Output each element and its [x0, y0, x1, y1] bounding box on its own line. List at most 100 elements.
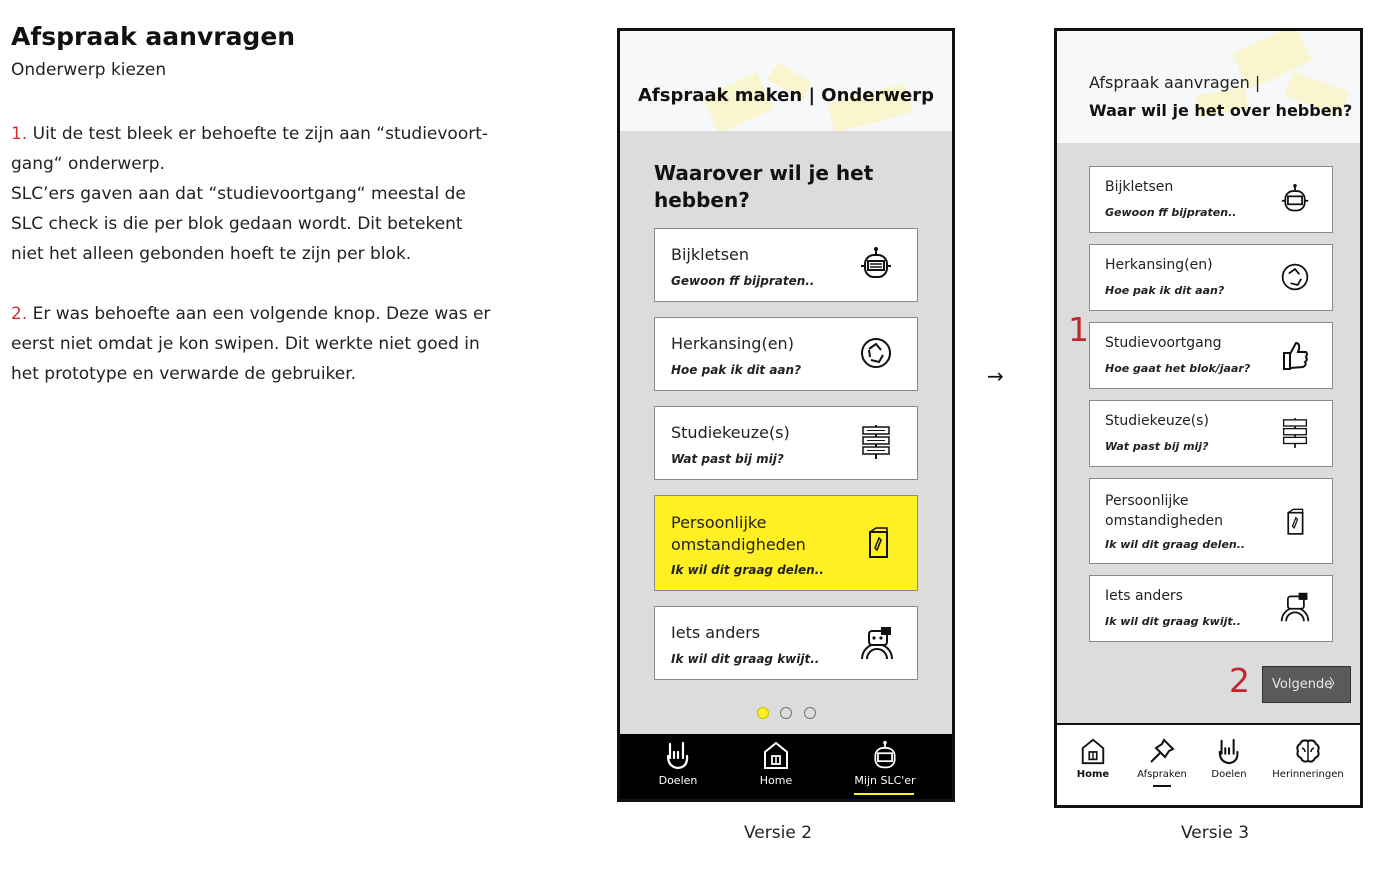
v2-question-line-1: Waarover wil je het: [654, 161, 874, 185]
page-subtitle: Onderwerp kiezen: [11, 60, 167, 80]
card-subtitle: Ik wil dit graag delen..: [1105, 538, 1246, 551]
note-1-detail: SLC’ers gaven aan dat “studievoortgang“ …: [11, 184, 466, 264]
note-2: 2. Er was behoefte aan een volgende knop…: [11, 299, 491, 389]
recycle-icon: [861, 338, 891, 368]
character-icon: [1280, 592, 1310, 622]
v3-topic-card-iets-anders[interactable]: Iets anders Ik wil dit graag kwijt..: [1089, 575, 1333, 642]
card-subtitle: Gewoon ff bijpraten..: [1105, 206, 1237, 219]
card-subtitle: Hoe pak ik dit aan?: [671, 363, 802, 377]
nav-active-underline: [854, 793, 914, 795]
card-title-line-2: omstandigheden: [671, 535, 806, 554]
v2-topic-card-iets-anders[interactable]: Iets anders Ik wil dit graag kwijt..: [654, 606, 918, 680]
v2-topic-card-herkansing[interactable]: Herkansing(en) Hoe pak ik dit aan?: [654, 317, 918, 391]
rock-hand-icon: [1218, 738, 1239, 765]
rock-hand-icon: [666, 741, 689, 770]
card-title: Iets anders: [1105, 588, 1183, 604]
note-1-number: 1.: [11, 124, 28, 144]
note-2-number: 2.: [11, 304, 28, 324]
page-dot[interactable]: [780, 707, 792, 719]
nav-label: Doelen: [658, 774, 698, 787]
pin-icon: [1150, 738, 1175, 763]
card-title: Herkansing(en): [671, 334, 794, 353]
nav-item-doelen[interactable]: Doelen: [1199, 737, 1259, 780]
card-title: Bijkletsen: [1105, 179, 1174, 195]
card-subtitle: Ik wil dit graag kwijt..: [671, 652, 820, 666]
note-2-text: Er was behoefte aan een volgende knop. D…: [11, 304, 491, 384]
v3-topic-card-herkansing[interactable]: Herkansing(en) Hoe pak ik dit aan?: [1089, 244, 1333, 311]
v3-topic-card-persoonlijk[interactable]: Persoonlijke omstandigheden Ik wil dit g…: [1089, 478, 1333, 564]
next-button-label: Volgende: [1272, 677, 1333, 692]
signpost-icon: [862, 425, 890, 459]
page-dot-active[interactable]: [757, 707, 769, 719]
nav-label: Afspraken: [1137, 769, 1187, 780]
card-subtitle: Ik wil dit graag kwijt..: [1105, 615, 1241, 628]
phone-version-2: Afspraak maken | Onderwerp Waarover wil …: [617, 28, 955, 802]
card-subtitle: Wat past bij mij?: [1105, 440, 1209, 453]
robot-icon: [1281, 184, 1309, 212]
card-title: Studiekeuze(s): [1105, 413, 1209, 429]
robot-icon: [874, 740, 896, 769]
card-subtitle: Hoe gaat het blok/jaar?: [1105, 362, 1251, 375]
v3-topic-card-bijkletsen[interactable]: Bijkletsen Gewoon ff bijpraten..: [1089, 166, 1333, 233]
nav-item-mijn-slcer[interactable]: Mijn SLC'er: [842, 740, 928, 795]
card-title: Bijkletsen: [671, 245, 750, 264]
nav-item-afspraken[interactable]: Afspraken: [1127, 737, 1197, 787]
v3-header: Afspraak aanvragen | Waar wil je het ove…: [1057, 31, 1360, 143]
brain-icon: [1296, 739, 1320, 763]
phone-version-3: Afspraak aanvragen | Waar wil je het ove…: [1054, 28, 1363, 808]
card-title: Studievoortgang: [1105, 335, 1222, 351]
nav-item-home[interactable]: Home: [738, 740, 814, 787]
v3-topic-card-studievoortgang[interactable]: Studievoortgang Hoe gaat het blok/jaar?: [1089, 322, 1333, 389]
v2-topic-card-bijkletsen[interactable]: Bijkletsen Gewoon ff bijpraten..: [654, 228, 918, 302]
v2-header-title: Afspraak maken | Onderwerp: [638, 85, 934, 106]
note-1: 1. Uit de test bleek er behoefte te zijn…: [11, 119, 491, 179]
card-subtitle: Wat past bij mij?: [671, 452, 784, 466]
card-title: Herkansing(en): [1105, 257, 1213, 273]
robot-icon: [861, 247, 891, 278]
notes-body: 1. Uit de test bleek er behoefte te zijn…: [11, 119, 491, 389]
card-title: Iets anders: [671, 623, 761, 642]
card-title: Persoonlijke omstandigheden: [1105, 491, 1223, 531]
next-button[interactable]: Volgende 〉: [1262, 666, 1351, 703]
nav-label: Doelen: [1211, 769, 1247, 780]
notebook-icon: [1287, 508, 1304, 535]
card-subtitle: Ik wil dit graag delen..: [671, 563, 824, 577]
v2-header: Afspraak maken | Onderwerp: [620, 31, 952, 131]
card-title: Persoonlijke omstandigheden: [671, 512, 806, 556]
card-title-line-1: Persoonlijke: [671, 513, 767, 532]
v3-header-line-2: Waar wil je het over hebben?: [1089, 101, 1353, 120]
v2-bottom-nav: Doelen Home Mijn SLC'er: [620, 734, 952, 799]
house-icon: [1081, 738, 1105, 765]
page-dot[interactable]: [804, 707, 816, 719]
annotation-marker-2: 2: [1229, 661, 1250, 700]
v2-question: Waarover wil je het hebben?: [654, 160, 873, 214]
house-icon: [764, 741, 788, 769]
page-title: Afspraak aanvragen: [11, 22, 296, 51]
thumbs-up-icon: [1283, 341, 1308, 370]
recycle-icon: [1281, 263, 1309, 291]
card-subtitle: Gewoon ff bijpraten..: [671, 274, 815, 288]
nav-item-home[interactable]: Home: [1063, 737, 1123, 780]
annotation-marker-1: 1: [1068, 310, 1089, 349]
nav-label: Mijn SLC'er: [854, 774, 916, 787]
card-title: Studiekeuze(s): [671, 423, 790, 442]
nav-item-herinneringen[interactable]: Herinneringen: [1265, 737, 1351, 780]
caption-version-2: Versie 2: [744, 823, 813, 843]
v2-question-line-2: hebben?: [654, 188, 750, 212]
v3-bottom-nav: Home Afspraken Doelen Herinneringen: [1057, 723, 1360, 805]
v2-topic-card-persoonlijk[interactable]: Persoonlijke omstandigheden Ik wil dit g…: [654, 495, 918, 591]
v3-topic-card-studiekeuze[interactable]: Studiekeuze(s) Wat past bij mij?: [1089, 400, 1333, 467]
character-icon: [861, 627, 893, 660]
note-1-text: Uit de test bleek er behoefte te zijn aa…: [11, 124, 489, 174]
nav-label: Home: [759, 774, 793, 787]
nav-active-underline: [1153, 785, 1171, 787]
caption-version-3: Versie 3: [1181, 823, 1250, 843]
chevron-right-icon: 〉: [1328, 677, 1342, 692]
v3-header-line-1: Afspraak aanvragen |: [1089, 73, 1261, 92]
arrow-icon: →: [987, 364, 1004, 388]
nav-item-doelen[interactable]: Doelen: [640, 740, 716, 787]
signpost-icon: [1282, 418, 1308, 448]
nav-label: Home: [1076, 769, 1110, 780]
v2-topic-card-studiekeuze[interactable]: Studiekeuze(s) Wat past bij mij?: [654, 406, 918, 480]
card-title-line-2: omstandigheden: [1105, 513, 1223, 529]
